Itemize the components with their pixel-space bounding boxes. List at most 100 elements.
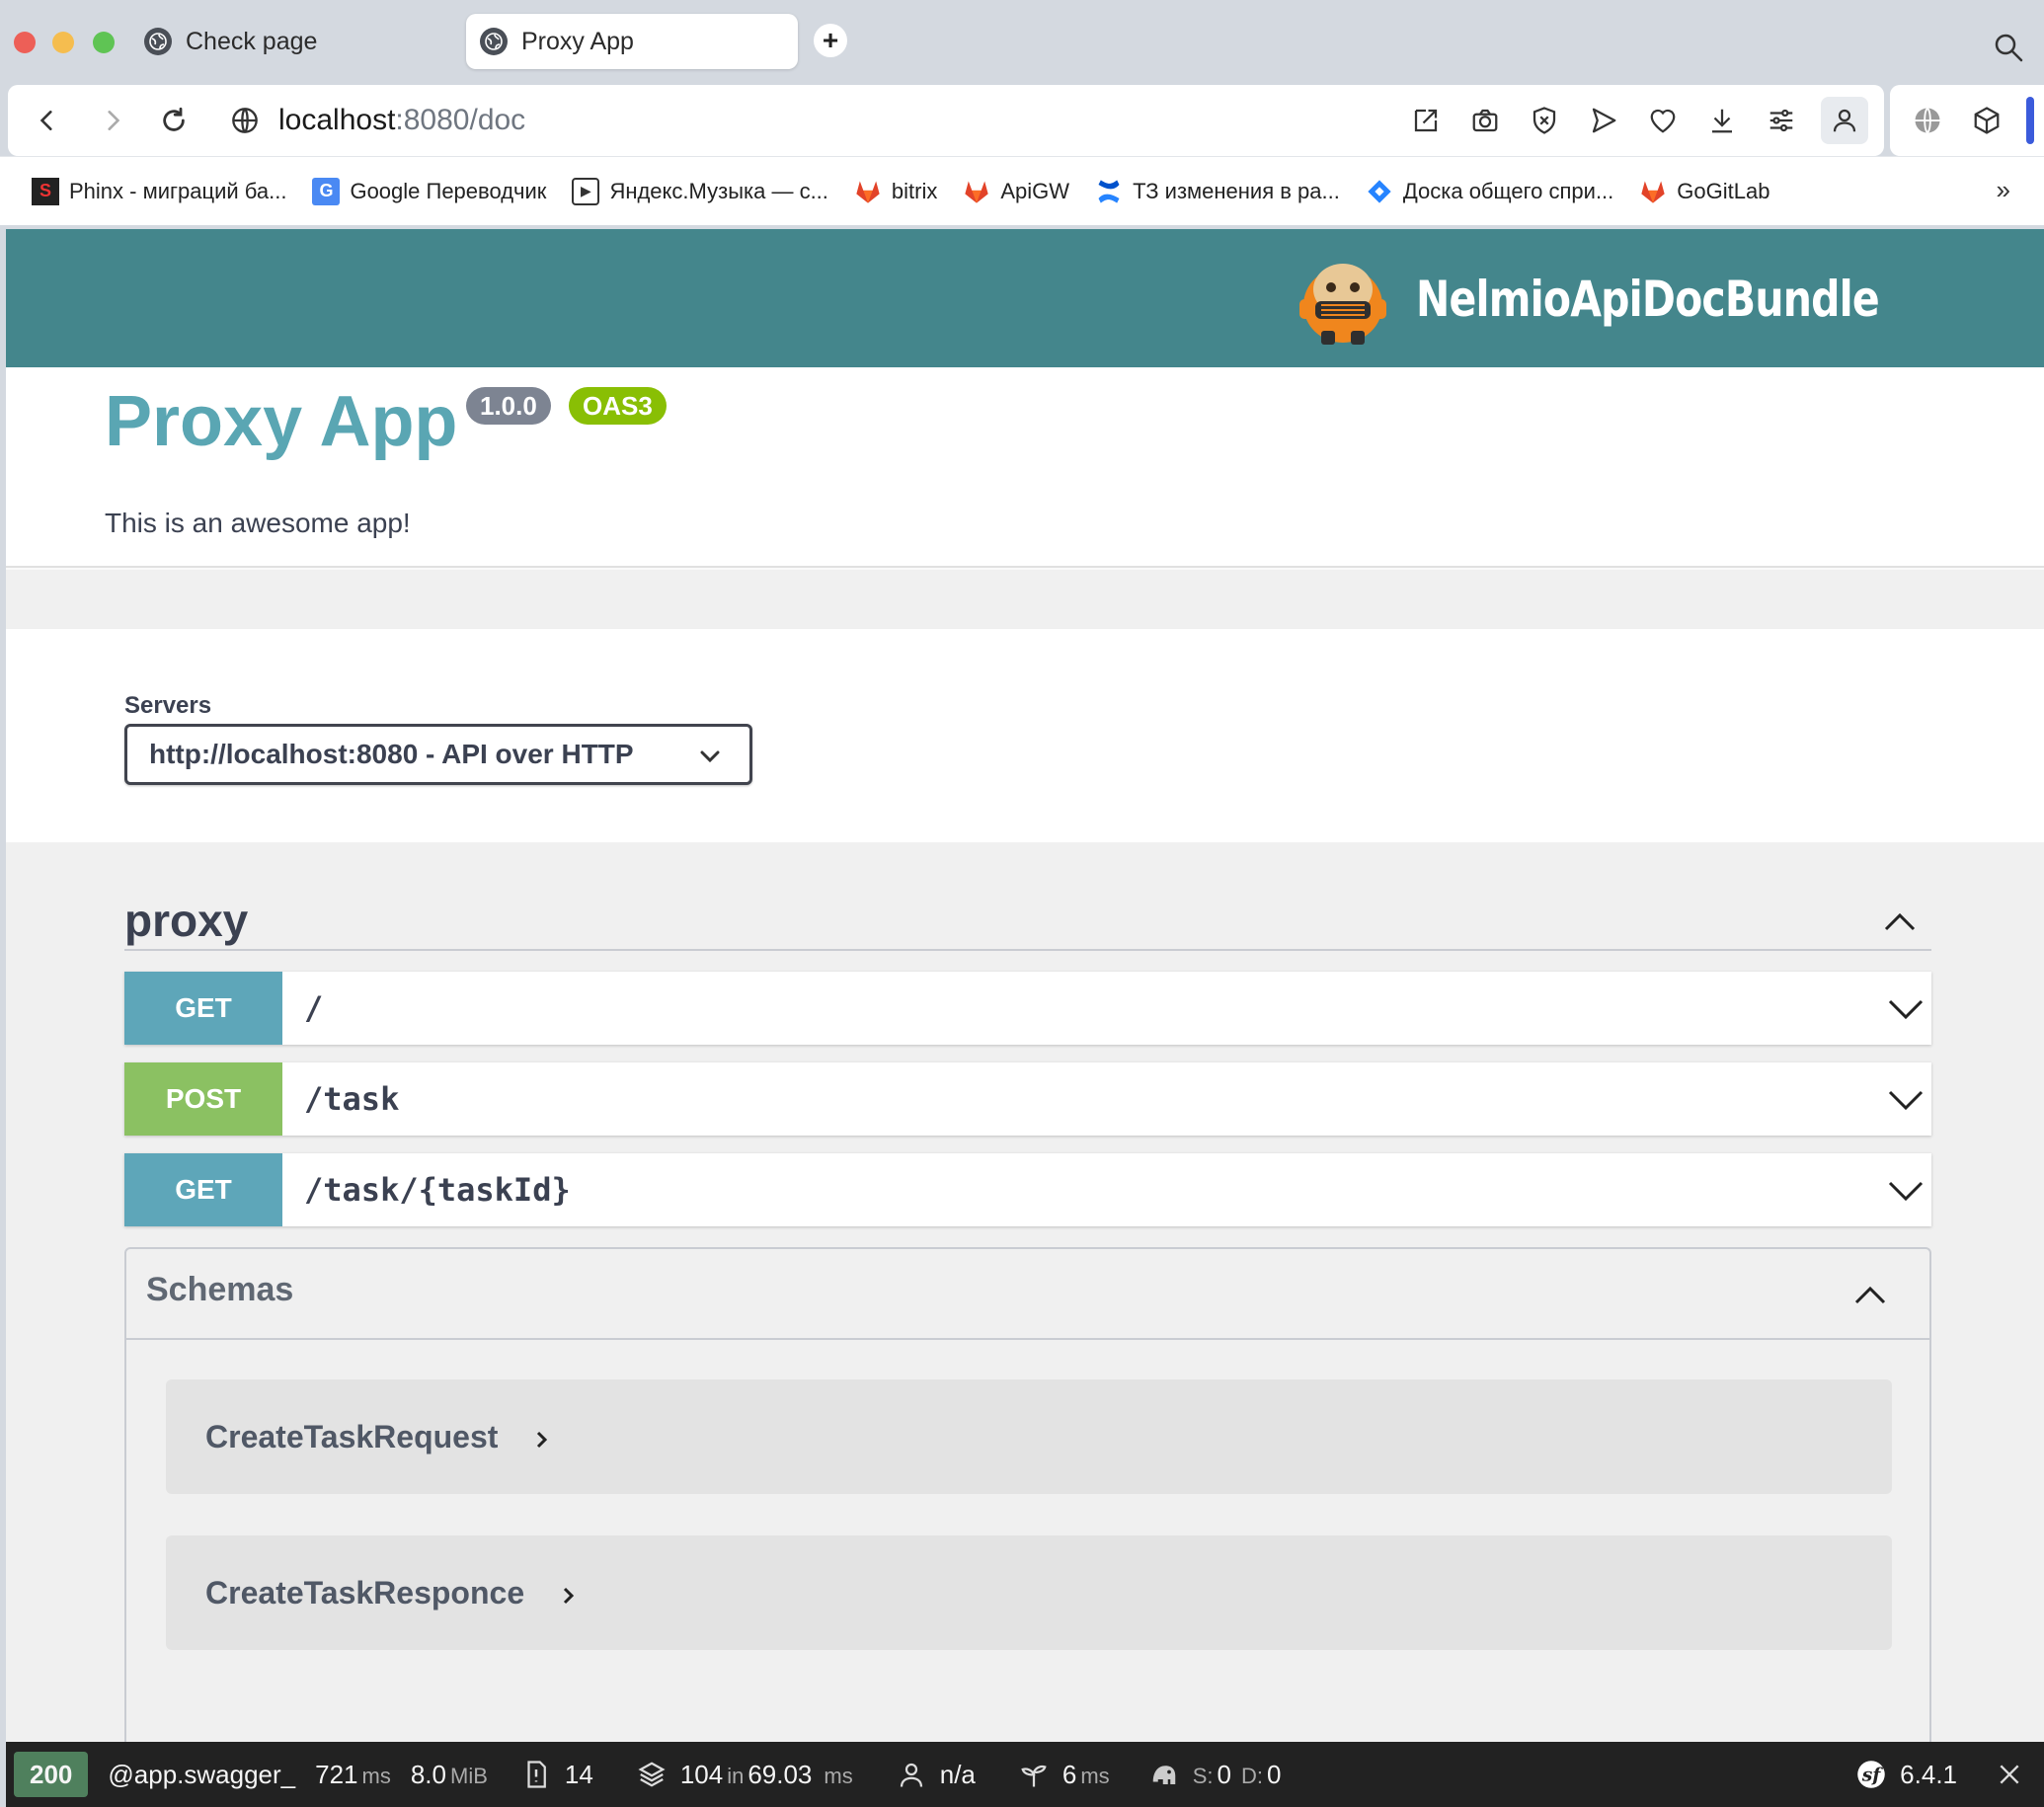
tag-section-proxy[interactable]: proxy: [124, 892, 1931, 951]
symfony-profiler-toolbar: 200 @app.swagger_ 721 ms 8.0 MiB 14 104 in…: [6, 1742, 2044, 1807]
profiler-symfony-version[interactable]: sf 6.4.1: [1856, 1760, 1957, 1790]
forward-arrow-icon: [108, 111, 120, 130]
profile-button[interactable]: [1821, 97, 1868, 144]
servers-selected-value: http://localhost:8080 - API over HTTP: [149, 739, 634, 769]
status-code-badge[interactable]: 200: [14, 1752, 89, 1797]
tag-title: proxy: [124, 895, 249, 946]
log-file-icon: [527, 1761, 546, 1788]
method-badge-get: GET: [124, 1153, 282, 1226]
events-time: 69.03: [747, 1759, 813, 1789]
new-tab-button[interactable]: +: [814, 24, 847, 57]
google-translate-icon: G: [312, 177, 341, 205]
download-icon[interactable]: [1704, 103, 1740, 138]
twig-time: 6: [1061, 1759, 1077, 1789]
vpn-globe-icon[interactable]: [1910, 103, 1945, 138]
schema-name: CreateTaskRequest: [205, 1419, 499, 1454]
back-arrow-icon: [39, 111, 52, 130]
share-icon[interactable]: [1408, 103, 1444, 138]
events-in: in: [727, 1763, 745, 1788]
minimize-window-button[interactable]: [52, 32, 74, 53]
profiler-route[interactable]: @app.swagger_: [108, 1760, 295, 1790]
bookmark-board[interactable]: Доска общего спри...: [1366, 178, 1613, 205]
profiler-time[interactable]: 721 ms: [315, 1760, 391, 1790]
address-bar: localhost:8080/doc: [8, 85, 1884, 156]
operation-get-root[interactable]: GET /: [124, 972, 1931, 1045]
memory-value: 8.0: [410, 1759, 446, 1789]
profiler-doctrine[interactable]: S: 0 D: 0: [1149, 1759, 1281, 1790]
method-badge-get: GET: [124, 972, 282, 1045]
sidebar-indicator: [2026, 97, 2034, 144]
db-s-value: 0: [1217, 1759, 1231, 1789]
bookmark-google-translate[interactable]: G Google Переводчик: [312, 177, 547, 205]
time-unit: ms: [361, 1763, 391, 1788]
bookmark-bitrix[interactable]: bitrix: [854, 178, 937, 205]
profiler-events[interactable]: 104 in 69.03 ms: [637, 1760, 853, 1790]
method-badge-post: POST: [124, 1062, 282, 1136]
bookmark-yandex-music[interactable]: ▶ Яндекс.Музыка — с...: [572, 177, 828, 205]
forward-button[interactable]: [95, 103, 130, 138]
chevron-down-icon[interactable]: [1886, 991, 1926, 1027]
bookmark-phinx[interactable]: S Phinx - миграций ба...: [32, 177, 287, 205]
chevron-down-icon[interactable]: [1886, 1082, 1926, 1118]
bookmark-label: Phinx - миграций ба...: [69, 178, 287, 203]
profiler-logs[interactable]: 14: [521, 1760, 593, 1790]
chevron-down-icon[interactable]: [1886, 1173, 1926, 1209]
schema-item-create-task-responce[interactable]: CreateTaskResponce: [166, 1535, 1892, 1650]
maximize-window-button[interactable]: [93, 32, 115, 53]
profiler-security[interactable]: n/a: [897, 1760, 976, 1790]
log-count: 14: [564, 1759, 593, 1789]
chevron-up-icon[interactable]: [1850, 1275, 1890, 1314]
site-info-icon[interactable]: [227, 103, 263, 138]
tab-proxy-app[interactable]: Proxy App: [466, 14, 798, 69]
user-icon: [1833, 109, 1856, 132]
profiler-twig[interactable]: 6 ms: [1019, 1760, 1110, 1790]
tab-check-page[interactable]: Check page: [130, 14, 456, 69]
symfony-version: 6.4.1: [1900, 1759, 1957, 1789]
gitlab-icon: [856, 181, 880, 203]
bookmark-label: ApiGW: [1000, 178, 1070, 203]
close-icon[interactable]: [1997, 1762, 2022, 1787]
api-title: Proxy App: [105, 382, 458, 461]
servers-select[interactable]: http://localhost:8080 - API over HTTP: [124, 724, 752, 785]
profiler-memory[interactable]: 8.0 MiB: [411, 1760, 488, 1790]
extensions-bar: [1890, 85, 2044, 156]
schemas-section: Schemas CreateTaskRequest CreateTaskResp…: [124, 1247, 1931, 1742]
section-divider: [6, 570, 2044, 629]
bookmark-label: Google Переводчик: [350, 178, 547, 203]
elephant-icon: [1152, 1766, 1175, 1784]
bookmark-apigw[interactable]: ApiGW: [963, 178, 1069, 205]
search-icon[interactable]: [1993, 32, 2024, 63]
close-window-button[interactable]: [14, 32, 36, 53]
adblock-shield-icon[interactable]: [1527, 103, 1562, 138]
symfony-logo-icon: sf: [1857, 1761, 1885, 1788]
bookmark-gogitlab[interactable]: GoGitLab: [1639, 178, 1769, 205]
settings-sliders-icon[interactable]: [1764, 103, 1799, 138]
layers-icon: [638, 1762, 666, 1787]
nelmio-mascot-icon: [1299, 264, 1387, 345]
operation-get-task-by-id[interactable]: GET /task/{taskId}: [124, 1153, 1931, 1226]
globe-icon: [480, 28, 508, 55]
operation-post-task[interactable]: POST /task: [124, 1062, 1931, 1136]
svg-text:sf: sf: [1861, 1764, 1884, 1785]
play-icon: ▶: [572, 177, 600, 205]
camera-icon[interactable]: [1467, 103, 1503, 138]
url-field[interactable]: localhost:8080/doc: [278, 103, 525, 138]
logo-text: NelmioApiDocBundle: [1416, 271, 1880, 328]
nelmio-logo[interactable]: NelmioApiDocBundle: [1294, 245, 1981, 354]
cube-icon[interactable]: [1969, 103, 2005, 138]
back-button[interactable]: [30, 103, 65, 138]
bookmark-tz[interactable]: ТЗ изменения в ра...: [1095, 178, 1340, 205]
twig-sprout-icon: [1021, 1765, 1047, 1787]
route-name: @app.swagger_: [108, 1759, 296, 1789]
chevron-up-icon[interactable]: [1880, 902, 1920, 941]
bookmarks-more-button[interactable]: »: [1997, 175, 2010, 205]
request-time: 721: [315, 1759, 358, 1789]
bookmark-label: Яндекс.Музыка — с...: [609, 178, 828, 203]
heart-icon[interactable]: [1645, 103, 1681, 138]
globe-icon: [144, 28, 172, 55]
send-icon[interactable]: [1586, 103, 1621, 138]
reload-button[interactable]: [156, 103, 192, 138]
schemas-header[interactable]: Schemas: [126, 1249, 1929, 1340]
chevron-right-icon: [537, 1431, 548, 1448]
schema-item-create-task-request[interactable]: CreateTaskRequest: [166, 1379, 1892, 1494]
